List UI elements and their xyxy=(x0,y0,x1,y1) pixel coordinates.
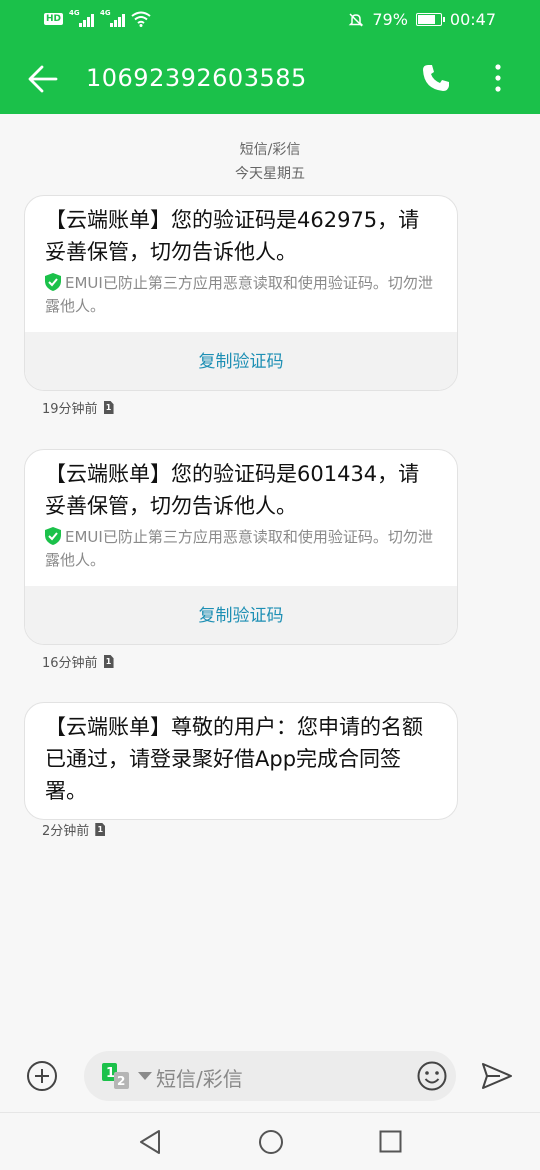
emoji-icon[interactable] xyxy=(416,1060,448,1092)
mute-icon xyxy=(349,12,364,27)
back-arrow-icon[interactable] xyxy=(26,62,60,96)
sim-card-icon: 1 xyxy=(103,655,114,668)
message-time-text: 19分钟前 xyxy=(42,402,98,417)
clock: 00:47 xyxy=(449,10,496,29)
security-note-text: EMUI已防止第三方应用恶意读取和使用验证码。切勿泄露他人。 xyxy=(45,274,433,315)
sim-card-icon: 1 xyxy=(103,401,114,414)
security-note: EMUI已防止第三方应用恶意读取和使用验证码。切勿泄露他人。 xyxy=(25,268,457,332)
message-time-text: 2分钟前 xyxy=(42,824,90,839)
message-input[interactable]: 1 2 短信/彩信 xyxy=(84,1051,456,1101)
send-icon[interactable] xyxy=(480,1060,514,1092)
status-left: HD 4G 4G xyxy=(44,9,151,27)
copy-code-button[interactable]: 复制验证码 xyxy=(25,586,457,644)
add-attachment-icon[interactable] xyxy=(26,1060,58,1092)
signal-icon-1: 4G xyxy=(69,9,95,27)
signal-icon-2: 4G xyxy=(100,9,126,27)
battery-percent: 79% xyxy=(372,10,408,29)
shield-icon xyxy=(45,273,61,291)
battery-level xyxy=(417,15,435,24)
nav-recent-apps-icon[interactable] xyxy=(379,1130,402,1153)
message-bubble[interactable]: 【云端账单】您的验证码是462975，请妥善保管，切勿告诉他人。 EMUI已防止… xyxy=(24,195,458,391)
sim-selector-icon[interactable]: 1 2 xyxy=(102,1063,130,1089)
shield-icon xyxy=(45,527,61,545)
status-bar: HD 4G 4G 79% 00:47 xyxy=(0,0,540,42)
sim-alt-number: 2 xyxy=(117,1074,125,1088)
more-options-icon[interactable] xyxy=(488,62,508,94)
phone-call-icon[interactable] xyxy=(420,62,452,94)
thread-header: 短信/彩信 今天星期五 xyxy=(0,138,540,186)
system-nav-bar xyxy=(0,1112,540,1170)
wifi-icon xyxy=(131,11,151,27)
message-text: 【云端账单】您的验证码是601434，请妥善保管，切勿告诉他人。 xyxy=(45,462,420,518)
app-bar: 10692392603585 xyxy=(0,42,540,114)
message-input-placeholder: 短信/彩信 xyxy=(156,1067,243,1091)
message-time: 2分钟前 1 xyxy=(42,820,106,839)
nav-back-icon[interactable] xyxy=(138,1129,162,1155)
date-label: 今天星期五 xyxy=(235,166,305,182)
message-text: 【云端账单】尊敬的用户：您申请的名额已通过，请登录聚好借App完成合同签署。 xyxy=(45,715,423,803)
message-text: 【云端账单】您的验证码是462975，请妥善保管，切勿告诉他人。 xyxy=(45,208,420,264)
hd-badge: HD xyxy=(44,13,64,25)
message-composer: 1 2 短信/彩信 xyxy=(0,1038,540,1112)
message-time-text: 16分钟前 xyxy=(42,656,98,671)
security-note: EMUI已防止第三方应用恶意读取和使用验证码。切勿泄露他人。 xyxy=(25,522,457,586)
message-bubble[interactable]: 【云端账单】尊敬的用户：您申请的名额已通过，请登录聚好借App完成合同签署。 xyxy=(24,702,458,820)
copy-code-button[interactable]: 复制验证码 xyxy=(25,332,457,390)
battery-icon xyxy=(415,13,445,26)
message-time: 19分钟前 1 xyxy=(42,398,114,417)
message-bubble[interactable]: 【云端账单】您的验证码是601434，请妥善保管，切勿告诉他人。 EMUI已防止… xyxy=(24,449,458,645)
conversation-title: 10692392603585 xyxy=(86,64,307,92)
sim-card-icon: 1 xyxy=(95,823,106,836)
chevron-down-icon[interactable] xyxy=(138,1072,152,1080)
message-type-label: 短信/彩信 xyxy=(239,142,301,158)
nav-home-icon[interactable] xyxy=(258,1129,284,1155)
sim-main-number: 1 xyxy=(106,1066,115,1081)
message-time: 16分钟前 1 xyxy=(42,652,114,671)
security-note-text: EMUI已防止第三方应用恶意读取和使用验证码。切勿泄露他人。 xyxy=(45,528,433,569)
status-right: 79% 00:47 xyxy=(348,10,496,29)
